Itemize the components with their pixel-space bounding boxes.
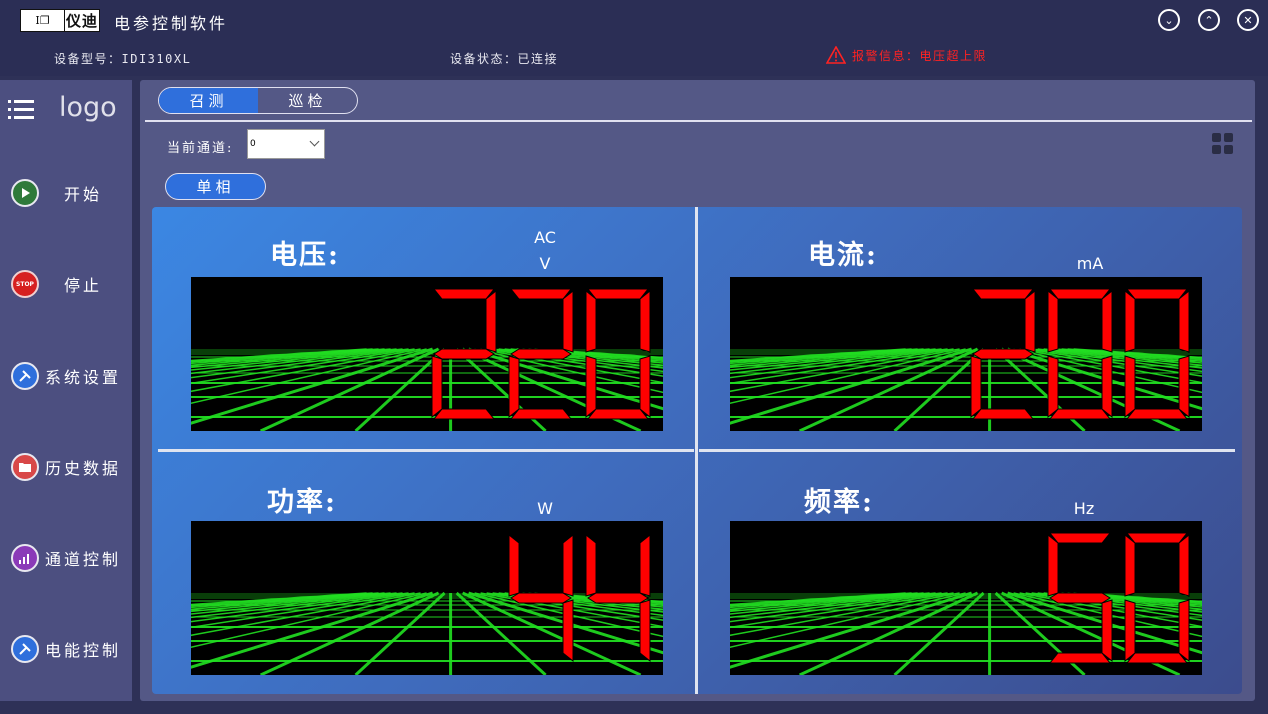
sidebar-item-label: 通道控制 [45, 550, 122, 569]
tab-bar: 召测 巡检 [158, 87, 358, 114]
device-model: 设备型号：IDI310XL [54, 52, 192, 66]
digit [1124, 532, 1190, 664]
current-meter: 电流: mA [698, 207, 1238, 447]
menu-icon[interactable] [8, 97, 34, 123]
sidebar-item-energy-control[interactable]: 电能控制 [0, 629, 132, 669]
meter-unit: V [539, 254, 551, 273]
digit [585, 533, 651, 663]
tab-summon-measure[interactable]: 召测 [159, 88, 258, 113]
logo-glyph: I❐ [21, 10, 65, 31]
sidebar-item-label: 历史数据 [45, 459, 122, 478]
grid-view-icon[interactable] [1212, 133, 1234, 155]
digit-readout [970, 288, 1190, 420]
chevron-down-icon [309, 136, 320, 147]
digit [1047, 532, 1113, 664]
title-bar: I❐ 仪迪 电参控制软件 ⌄ ⌃ ✕ [0, 0, 1268, 40]
current-display [730, 277, 1202, 431]
alarm-text: 报警信息：电压超上限 [852, 48, 988, 63]
meter-title: 电压: [270, 240, 340, 271]
power-display [191, 521, 663, 675]
channel-select[interactable]: 0 [247, 129, 325, 159]
maximize-button[interactable]: ⌃ [1198, 9, 1220, 31]
app-title: 电参控制软件 [114, 14, 229, 33]
digit-readout [508, 533, 651, 663]
meter-title: 电流: [808, 240, 878, 271]
meter-unit-type: AC [534, 228, 556, 247]
meter-unit: W [537, 499, 553, 518]
folder-icon [11, 453, 39, 481]
sidebar-item-label: 开始 [64, 185, 103, 204]
digit-readout [431, 288, 651, 420]
status-bar: 设备型号：IDI310XL 设备状态：已连接 报警信息：电压超上限 [0, 40, 1268, 76]
logo-text: 仪迪 [65, 12, 98, 30]
voltage-display [191, 277, 663, 431]
sidebar-item-channel-control[interactable]: 通道控制 [0, 538, 132, 578]
voltage-meter: 电压: AC V [152, 207, 692, 447]
digit [508, 533, 574, 663]
meter-title: 功率: [267, 487, 337, 518]
wrench-icon [11, 362, 39, 390]
sidebar-item-history[interactable]: 历史数据 [0, 447, 132, 487]
digit [508, 288, 574, 420]
alarm-message: 报警信息：电压超上限 [826, 46, 987, 64]
single-phase-button[interactable]: 单相 [165, 173, 266, 200]
meter-unit: Hz [1073, 499, 1095, 518]
close-icon: ✕ [1243, 13, 1253, 27]
tab-divider [145, 120, 1252, 122]
digit [585, 288, 651, 420]
warning-icon [826, 46, 846, 64]
wrench-icon [11, 635, 39, 663]
sidebar: logo 开始 STOP 停止 系统设置 历史数据 通道控制 电能控制 [0, 80, 132, 701]
signal-icon [11, 544, 39, 572]
chevron-up-icon: ⌃ [1204, 13, 1214, 27]
channel-label: 当前通道: [167, 141, 234, 156]
frequency-meter: 频率: Hz [698, 452, 1238, 692]
stop-icon: STOP [11, 270, 39, 298]
sidebar-item-label: 系统设置 [45, 368, 122, 387]
meter-title: 频率: [804, 487, 874, 518]
sidebar-item-system-settings[interactable]: 系统设置 [0, 356, 132, 396]
sidebar-item-start[interactable]: 开始 [0, 173, 132, 213]
digit [431, 288, 497, 420]
digit [1124, 288, 1190, 420]
digit-readout [1047, 532, 1190, 664]
digit [1047, 288, 1113, 420]
digit [970, 288, 1036, 420]
meter-unit: mA [1076, 254, 1104, 273]
frequency-display [730, 521, 1202, 675]
device-status: 设备状态：已连接 [450, 52, 559, 66]
power-meter: 功率: W [152, 452, 692, 692]
main-panel: 召测 巡检 当前通道: 0 单相 电压: AC V 电流: mA 功率: W 频… [140, 80, 1255, 701]
meter-grid: 电压: AC V 电流: mA 功率: W 频率: Hz [152, 207, 1242, 694]
minimize-button[interactable]: ⌄ [1158, 9, 1180, 31]
chevron-down-icon: ⌄ [1164, 13, 1174, 27]
sidebar-item-label: 停止 [64, 276, 103, 295]
close-button[interactable]: ✕ [1237, 9, 1259, 31]
play-icon [11, 179, 39, 207]
sidebar-item-label: 电能控制 [45, 641, 122, 660]
sidebar-item-stop[interactable]: STOP 停止 [0, 264, 132, 304]
app-logo: I❐ 仪迪 [20, 9, 100, 32]
tab-patrol-inspection[interactable]: 巡检 [258, 88, 357, 113]
sidebar-logo: logo [59, 92, 117, 123]
channel-select-value: 0 [250, 139, 256, 149]
